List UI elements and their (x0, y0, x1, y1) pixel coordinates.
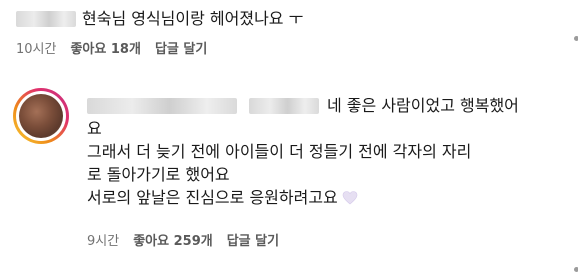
blurred-mention (249, 97, 319, 114)
comment-2-line-4: 로 돌아가기로 했어요 (87, 165, 230, 184)
comment-2-text: 네 좋은 사람이었고 행복했어 요 그래서 더 늦기 전에 아이들이 더 정들기… (87, 94, 557, 209)
comment-2-time: 9시간 (87, 234, 120, 249)
comment-1-reply-button[interactable]: 답글 달기 (155, 42, 207, 58)
comment-1-body: 현숙님 영식님이랑 헤어졌나요 ㅜ (82, 9, 304, 28)
comment-2-line-1-text: 네 좋은 사람이었고 행복했어 (327, 96, 519, 115)
comment-2-reply-button[interactable]: 답글 달기 (227, 234, 279, 250)
comment-2-likes-button[interactable]: 좋아요 259개 (133, 234, 213, 250)
comment-2-meta: 9시간 좋아요 259개 답글 달기 (87, 234, 279, 250)
comment-1: 현숙님 영식님이랑 헤어졌나요 ㅜ 10시간 좋아요 18개 답글 달기 (0, 0, 578, 70)
blurred-username (16, 11, 76, 27)
avatar-border (16, 91, 66, 141)
comment-2-line-1: 네 좋은 사람이었고 행복했어 (87, 94, 557, 117)
comment-1-likes-button[interactable]: 좋아요 18개 (70, 42, 140, 58)
blurred-username (87, 97, 237, 114)
comment-2-line-3: 그래서 더 늦기 전에 아이들이 더 정들기 전에 각자의 자리 (87, 142, 472, 161)
comment-1-time: 10시간 (16, 42, 57, 57)
comment-1-text: 현숙님 영식님이랑 헤어졌나요 ㅜ (16, 9, 303, 29)
comment-2-like-icon[interactable] (574, 267, 578, 272)
purple-heart-icon (342, 190, 358, 204)
comment-1-meta: 10시간 좋아요 18개 답글 달기 (16, 42, 207, 58)
comment-1-like-icon[interactable] (574, 36, 578, 41)
comment-2-line-5: 서로의 앞날은 진심으로 응원하려고요 (87, 186, 557, 209)
comment-2-line-2: 요 (87, 119, 102, 138)
comment-2: 네 좋은 사람이었고 행복했어 요 그래서 더 늦기 전에 아이들이 더 정들기… (0, 78, 578, 272)
avatar[interactable] (13, 88, 69, 144)
comment-2-line-5-text: 서로의 앞날은 진심으로 응원하려고요 (87, 188, 338, 207)
avatar-photo (19, 94, 63, 138)
